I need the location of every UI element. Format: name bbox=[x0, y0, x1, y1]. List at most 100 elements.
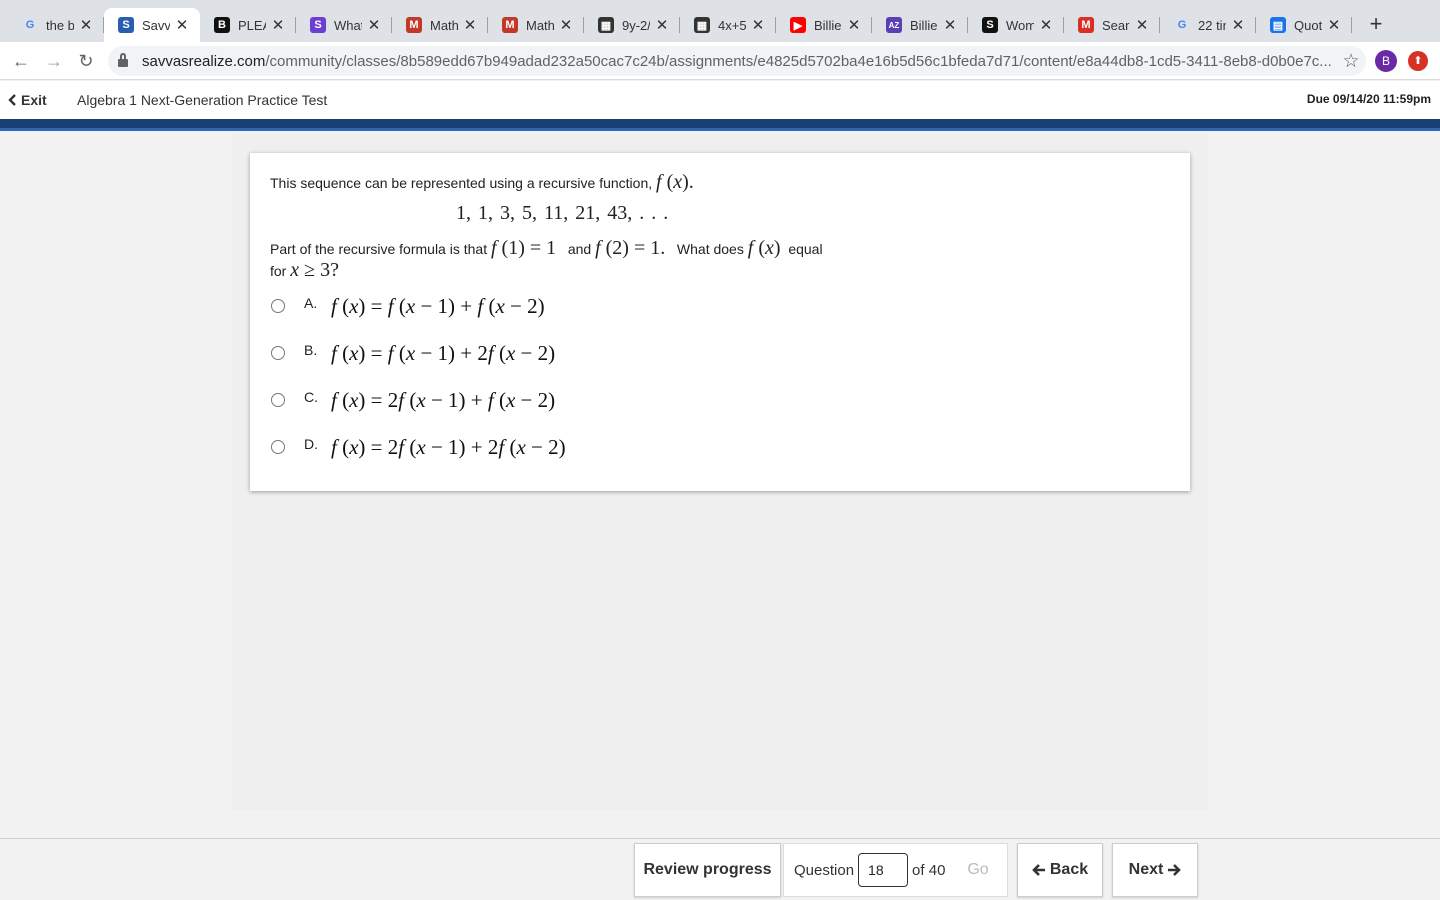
browser-tab[interactable]: ▦ 4x+5 ✕ bbox=[680, 8, 776, 42]
tab-title: Savva bbox=[142, 17, 170, 33]
browser-tab[interactable]: Gthe bo✕ bbox=[8, 8, 104, 42]
answer-radio[interactable] bbox=[271, 440, 285, 454]
question-prompt-cont: for x ≥ 3? bbox=[270, 259, 339, 281]
browser-tab[interactable]: AZ Billie ✕ bbox=[872, 8, 968, 42]
back-button[interactable]: Back bbox=[1017, 843, 1103, 897]
brainly-b: B bbox=[214, 17, 230, 33]
browser-tab[interactable]: M Math ✕ bbox=[488, 8, 584, 42]
answer-option[interactable]: D. f (x) = 2f (x − 1) + 2f (x − 2) bbox=[270, 430, 870, 464]
close-tab-icon[interactable]: ✕ bbox=[846, 16, 862, 34]
profile-avatar[interactable]: B bbox=[1375, 50, 1397, 72]
option-letter: D. bbox=[304, 436, 318, 452]
review-progress-button[interactable]: Review progress bbox=[634, 843, 781, 897]
google-g: G bbox=[25, 19, 35, 31]
exit-label: Exit bbox=[21, 92, 47, 108]
back-label: Back bbox=[1049, 861, 1089, 878]
close-tab-icon[interactable]: ✕ bbox=[174, 16, 190, 34]
question-prompt: Part of the recursive formula is that f … bbox=[270, 237, 823, 259]
footer-nav: Review progress Question of 40 Go Back N… bbox=[0, 838, 1440, 900]
page-title: Algebra 1 Next-Generation Practice Test bbox=[77, 92, 328, 108]
tab-separator bbox=[1351, 17, 1352, 33]
browser-tab[interactable]: ▶ Billie ✕ bbox=[776, 8, 872, 42]
calc-icon: ▦ bbox=[694, 17, 710, 33]
question-number-input[interactable] bbox=[858, 853, 909, 887]
close-tab-icon[interactable]: ✕ bbox=[1230, 16, 1246, 34]
answer-option[interactable]: B. f (x) = f (x − 1) + 2f (x − 2) bbox=[270, 336, 870, 370]
doc-icon: ▤ bbox=[1270, 17, 1286, 33]
tab-title: PLEA bbox=[238, 17, 266, 33]
az-icon: AZ bbox=[886, 17, 902, 33]
close-tab-icon[interactable]: ✕ bbox=[1326, 16, 1342, 34]
arrow-left-icon bbox=[1032, 864, 1045, 876]
bookmark-star-icon[interactable]: ☆ bbox=[1336, 50, 1366, 73]
tab-title: What bbox=[334, 17, 362, 33]
back-arrow-icon[interactable]: ← bbox=[8, 48, 34, 74]
tab-title: Searc bbox=[1102, 17, 1130, 33]
savvas: S bbox=[118, 17, 134, 33]
gmail-icon: M bbox=[1078, 17, 1094, 33]
browser-toolbar: ← → ↻ savvasrealize.com/community/classe… bbox=[0, 42, 1440, 80]
m-icon: M bbox=[502, 17, 518, 33]
question-total: of 40 bbox=[912, 861, 946, 879]
tab-title: Math bbox=[430, 17, 458, 33]
browser-tab-strip: Gthe bo✕SSavva✕BPLEA✕SWhat✕MMath✕MMath✕▦… bbox=[0, 0, 1440, 42]
browser-tab[interactable]: ▤ Quote✕ bbox=[1256, 8, 1352, 42]
m-icon: M bbox=[406, 17, 422, 33]
tab-title: 9y-2/ bbox=[622, 17, 650, 33]
tab-title: Wom bbox=[1006, 17, 1034, 33]
due-date: Due 09/14/20 11:59pm bbox=[1306, 92, 1431, 106]
question-card: This sequence can be represented using a… bbox=[250, 153, 1190, 491]
close-tab-icon[interactable]: ✕ bbox=[462, 16, 478, 34]
go-button[interactable]: Go bbox=[948, 843, 1008, 897]
answer-radio[interactable] bbox=[271, 346, 285, 360]
close-tab-icon[interactable]: ✕ bbox=[558, 16, 574, 34]
answer-option[interactable]: A. f (x) = f (x − 1) + f (x − 2) bbox=[270, 289, 870, 323]
tab-title: Billie bbox=[814, 17, 842, 33]
close-tab-icon[interactable]: ✕ bbox=[1038, 16, 1054, 34]
next-button[interactable]: Next bbox=[1112, 843, 1198, 897]
s-icon: S bbox=[310, 17, 326, 33]
browser-tab[interactable]: ▦ 9y-2/✕ bbox=[584, 8, 680, 42]
answer-option[interactable]: C. f (x) = 2f (x − 1) + f (x − 2) bbox=[270, 383, 870, 417]
url-text: savvasrealize.com/community/classes/8b58… bbox=[142, 52, 1332, 70]
new-tab-button[interactable]: + bbox=[1364, 12, 1388, 36]
calc-icon: ▦ bbox=[598, 17, 614, 33]
browser-tab[interactable]: S Wom ✕ bbox=[968, 8, 1064, 42]
option-letter: C. bbox=[304, 389, 318, 405]
reload-icon[interactable]: ↻ bbox=[73, 48, 99, 74]
next-label: Next bbox=[1128, 861, 1164, 878]
forward-arrow-icon[interactable]: → bbox=[41, 48, 67, 74]
s-dark-icon: S bbox=[982, 17, 998, 33]
browser-tab[interactable]: G 22 tin✕ bbox=[1160, 8, 1256, 42]
exit-button[interactable]: Exit bbox=[8, 92, 47, 108]
google-g: G bbox=[1177, 19, 1187, 31]
tab-title: Math bbox=[526, 17, 554, 33]
browser-tab[interactable]: S What ✕ bbox=[296, 8, 392, 42]
address-bar[interactable]: savvasrealize.com/community/classes/8b58… bbox=[108, 46, 1366, 76]
youtube-icon: ▶ bbox=[790, 17, 806, 33]
tab-title: Quote bbox=[1294, 17, 1322, 33]
browser-tab[interactable]: M Searc✕ bbox=[1064, 8, 1160, 42]
browser-tab[interactable]: S Savva✕ bbox=[104, 8, 200, 42]
browser-tab[interactable]: B PLEA✕ bbox=[200, 8, 296, 42]
close-tab-icon[interactable]: ✕ bbox=[78, 16, 94, 34]
close-tab-icon[interactable]: ✕ bbox=[654, 16, 670, 34]
app-header: Exit Algebra 1 Next-Generation Practice … bbox=[0, 81, 1440, 119]
option-expression: f (x) = 2f (x − 1) + 2f (x − 2) bbox=[331, 434, 566, 459]
close-tab-icon[interactable]: ✕ bbox=[366, 16, 382, 34]
tab-title: the bo bbox=[46, 17, 74, 33]
header-accent-bar bbox=[0, 119, 1440, 131]
answer-radio[interactable] bbox=[271, 393, 285, 407]
browser-tab[interactable]: M Math ✕ bbox=[392, 8, 488, 42]
lock-icon bbox=[118, 53, 128, 67]
option-expression: f (x) = f (x − 1) + 2f (x − 2) bbox=[331, 340, 556, 365]
answer-radio[interactable] bbox=[271, 299, 285, 313]
option-letter: B. bbox=[304, 342, 318, 358]
option-expression: f (x) = f (x − 1) + f (x − 2) bbox=[331, 293, 545, 318]
close-tab-icon[interactable]: ✕ bbox=[1134, 16, 1150, 34]
extension-icon[interactable]: ⬆ bbox=[1408, 51, 1428, 71]
close-tab-icon[interactable]: ✕ bbox=[750, 16, 766, 34]
close-tab-icon[interactable]: ✕ bbox=[270, 16, 286, 34]
close-tab-icon[interactable]: ✕ bbox=[942, 16, 958, 34]
question-label: Question bbox=[794, 861, 855, 879]
